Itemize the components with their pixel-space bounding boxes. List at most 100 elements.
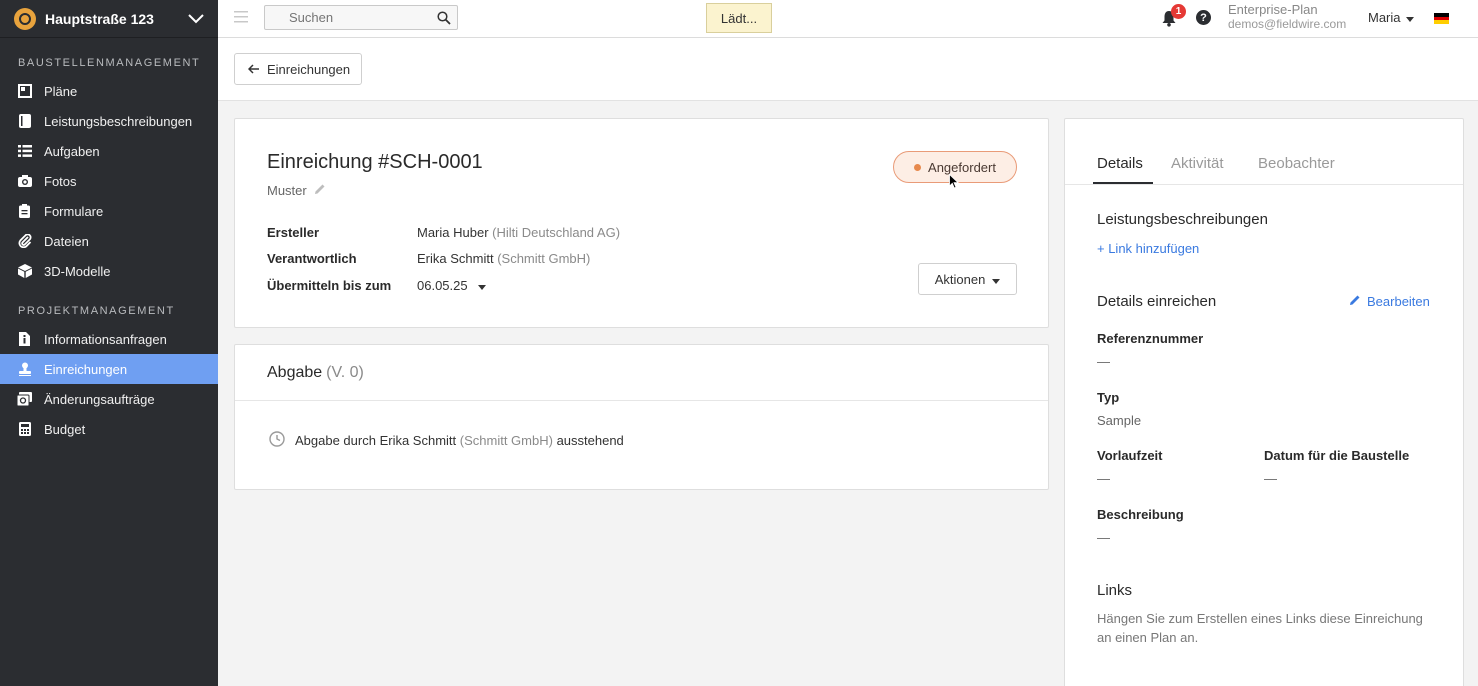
calculator-icon bbox=[17, 422, 32, 437]
paperclip-icon bbox=[17, 234, 32, 249]
clipboard-icon bbox=[17, 204, 32, 219]
clock-icon bbox=[269, 431, 285, 450]
actions-button[interactable]: Aktionen bbox=[918, 263, 1017, 295]
section-title-project: PROJEKTMANAGEMENT bbox=[18, 305, 175, 317]
sidebar-item-3d-modelle[interactable]: 3D-Modelle bbox=[0, 256, 218, 286]
edit-label: Bearbeiten bbox=[1367, 294, 1430, 309]
abgabe-status-text: Abgabe durch Erika Schmitt (Schmitt GmbH… bbox=[295, 433, 624, 448]
responsible-name: Erika Schmitt bbox=[417, 251, 494, 266]
sidebar-item-budget[interactable]: Budget bbox=[0, 414, 218, 444]
links-help-text: Hängen Sie zum Erstellen eines Links die… bbox=[1097, 611, 1423, 645]
subheader: Einreichungen bbox=[218, 38, 1478, 101]
stamp-icon bbox=[17, 362, 32, 377]
abgabe-prefix: Abgabe durch Erika Schmitt bbox=[295, 433, 457, 448]
sidebar-item-label: Aufgaben bbox=[44, 143, 100, 159]
type-value: Sample bbox=[1097, 413, 1142, 428]
camera-icon bbox=[17, 174, 32, 189]
notification-badge: 1 bbox=[1171, 4, 1186, 19]
change-order-icon bbox=[17, 392, 32, 407]
submittal-type: Muster bbox=[267, 183, 307, 198]
tab-beobachter[interactable]: Beobachter bbox=[1258, 155, 1335, 172]
due-label: Übermitteln bis zum bbox=[267, 278, 392, 293]
description-label: Beschreibung bbox=[1097, 507, 1184, 522]
sidebar-item-label: Fotos bbox=[44, 173, 77, 189]
info-doc-icon bbox=[17, 332, 32, 347]
sidebar-item-fotos[interactable]: Fotos bbox=[0, 166, 218, 196]
topbar: Lädt... 1 ? Enterprise-Plan demos@fieldw… bbox=[218, 0, 1478, 38]
creator-name: Maria Huber bbox=[417, 225, 489, 240]
caret-down-icon bbox=[992, 272, 1001, 287]
abgabe-company: (Schmitt GmbH) bbox=[459, 433, 553, 448]
cube-icon bbox=[17, 264, 32, 279]
links-heading: Links bbox=[1097, 582, 1133, 599]
active-tab-indicator bbox=[1093, 182, 1153, 184]
search-icon[interactable] bbox=[437, 11, 451, 25]
section-title-site: BAUSTELLENMANAGEMENT bbox=[18, 57, 201, 69]
sidebar-item-label: 3D-Modelle bbox=[44, 263, 111, 279]
sidebar-item-label: Informationsanfragen bbox=[44, 331, 167, 347]
creator-label: Ersteller bbox=[267, 225, 320, 240]
book-icon bbox=[17, 114, 32, 129]
search-input[interactable] bbox=[265, 6, 457, 29]
status-dot bbox=[914, 163, 922, 171]
sidebar-item-aufgaben[interactable]: Aufgaben bbox=[0, 136, 218, 166]
abgabe-suffix: ausstehend bbox=[556, 433, 624, 448]
add-link-button[interactable]: + Link hinzufügen bbox=[1097, 241, 1199, 256]
details-heading: Details einreichen bbox=[1097, 293, 1217, 310]
details-panel: Details Aktivität Beobachter Leistungsbe… bbox=[1064, 118, 1464, 686]
loading-indicator: Lädt... bbox=[706, 3, 772, 33]
abgabe-title: Abgabe bbox=[267, 363, 323, 381]
due-date-picker[interactable]: 06.05.25 bbox=[417, 278, 486, 293]
back-button-label: Einreichungen bbox=[267, 61, 351, 77]
abgabe-status-row: Abgabe durch Erika Schmitt (Schmitt GmbH… bbox=[269, 431, 624, 450]
submittal-title: Einreichung #SCH-0001 bbox=[267, 151, 483, 173]
help-icon[interactable]: ? bbox=[1196, 10, 1211, 25]
plan-info: Enterprise-Plan demos@fieldwire.com bbox=[1228, 3, 1347, 32]
sidebar-item-plaene[interactable]: Pläne bbox=[0, 76, 218, 106]
pencil-icon bbox=[1349, 294, 1361, 309]
tab-details[interactable]: Details bbox=[1097, 155, 1143, 172]
site-date-value: — bbox=[1264, 471, 1277, 486]
sidebar-item-einreichungen[interactable]: Einreichungen bbox=[0, 354, 218, 384]
sidebar-item-label: Leistungsbeschreibungen bbox=[44, 113, 193, 129]
project-selector[interactable]: Hauptstraße 123 bbox=[0, 0, 218, 38]
description-value: — bbox=[1097, 530, 1110, 545]
abgabe-card: Abgabe (V. 0) Abgabe durch Erika Schmitt… bbox=[234, 344, 1049, 490]
sidebar-item-label: Budget bbox=[44, 421, 86, 437]
specs-heading: Leistungsbeschreibungen bbox=[1097, 211, 1268, 228]
sidebar-item-informationsanfragen[interactable]: Informationsanfragen bbox=[0, 324, 218, 354]
sidebar-item-label: Einreichungen bbox=[44, 361, 128, 377]
sidebar-item-label: Pläne bbox=[44, 83, 78, 99]
ref-value: — bbox=[1097, 354, 1110, 369]
submittal-card: Einreichung #SCH-0001 Muster Angefordert… bbox=[234, 118, 1049, 328]
sidebar-item-leistungsbeschreibungen[interactable]: Leistungsbeschreibungen bbox=[0, 106, 218, 136]
tab-aktivitaet[interactable]: Aktivität bbox=[1171, 155, 1224, 172]
abgabe-version: (V. 0) bbox=[326, 363, 364, 381]
caret-down-icon bbox=[477, 278, 486, 293]
ref-label: Referenznummer bbox=[1097, 331, 1204, 346]
sidebar-item-label: Änderungsaufträge bbox=[44, 391, 155, 407]
type-label: Typ bbox=[1097, 390, 1120, 405]
site-date-label: Datum für die Baustelle bbox=[1264, 448, 1410, 463]
sidebar-item-aenderungsauftraege[interactable]: Änderungsaufträge bbox=[0, 384, 218, 414]
lead-time-label: Vorlaufzeit bbox=[1097, 448, 1163, 463]
back-button[interactable]: Einreichungen bbox=[234, 53, 362, 85]
responsible-company: (Schmitt GmbH) bbox=[497, 251, 591, 266]
responsible-label: Verantwortlich bbox=[267, 251, 357, 266]
pencil-icon[interactable] bbox=[314, 183, 326, 198]
sidebar-item-dateien[interactable]: Dateien bbox=[0, 226, 218, 256]
german-flag-icon[interactable] bbox=[1434, 13, 1449, 25]
edit-button[interactable]: Bearbeiten bbox=[1349, 294, 1430, 309]
creator-value: Maria Huber (Hilti Deutschland AG) bbox=[417, 225, 620, 240]
chevron-down-icon[interactable] bbox=[188, 11, 204, 27]
map-icon bbox=[17, 84, 32, 99]
arrow-left-icon bbox=[247, 62, 260, 77]
hamburger-menu-icon[interactable] bbox=[234, 11, 248, 25]
plan-email: demos@fieldwire.com bbox=[1228, 17, 1347, 31]
actions-label: Aktionen bbox=[934, 271, 986, 287]
sidebar-item-formulare[interactable]: Formulare bbox=[0, 196, 218, 226]
due-date: 06.05.25 bbox=[417, 278, 468, 293]
search-box bbox=[264, 5, 458, 30]
responsible-value: Erika Schmitt (Schmitt GmbH) bbox=[417, 251, 590, 266]
user-menu[interactable]: Maria bbox=[1368, 10, 1414, 25]
